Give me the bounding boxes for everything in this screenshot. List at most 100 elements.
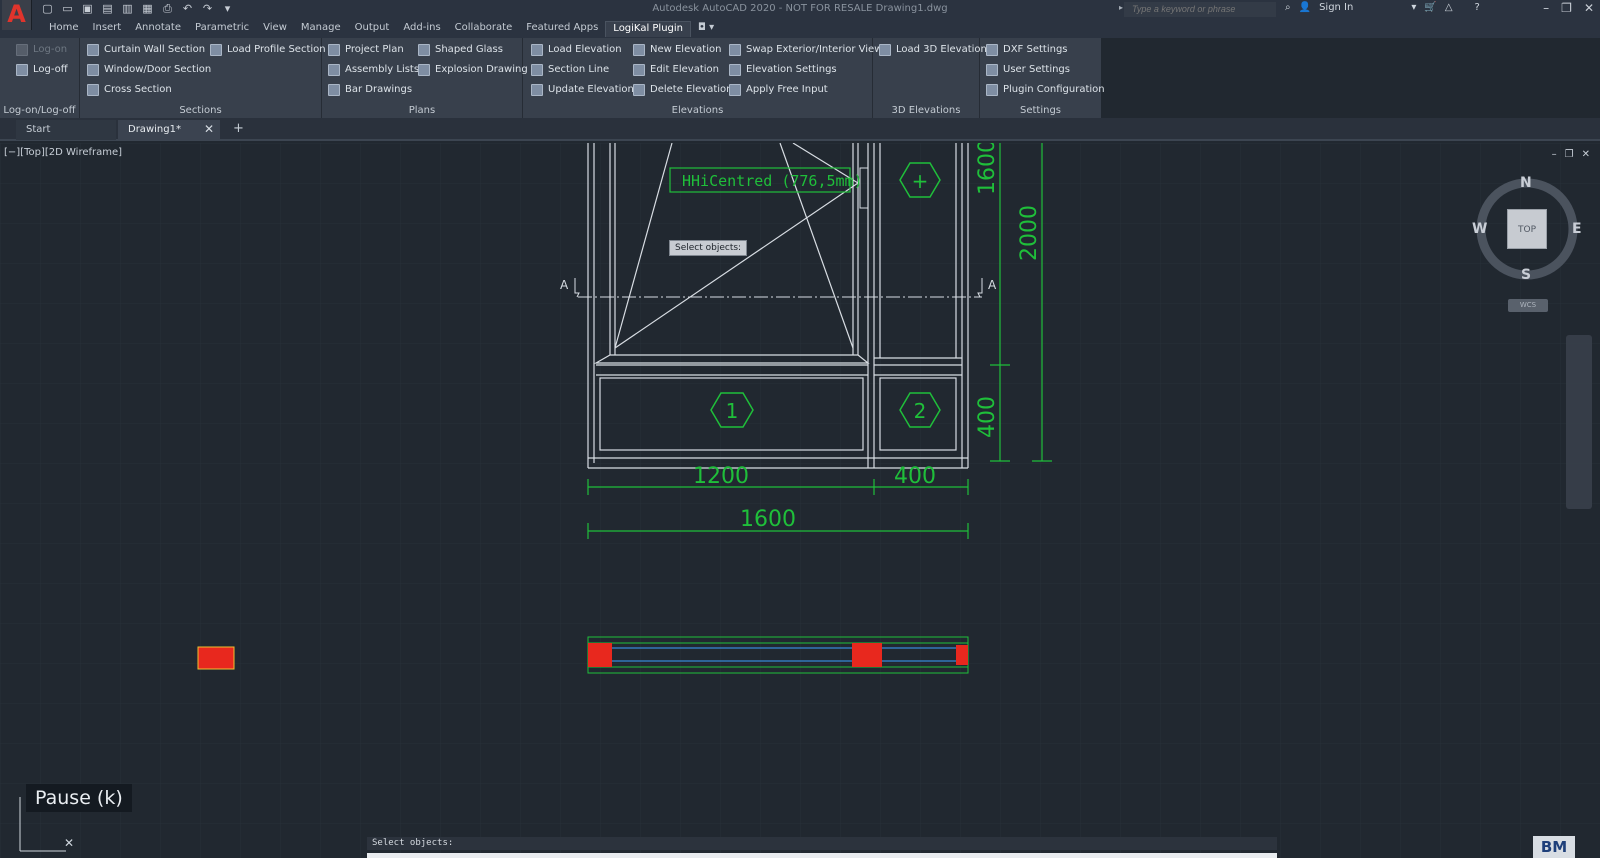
- viewcube-top-face[interactable]: TOP: [1507, 209, 1547, 249]
- tab-view[interactable]: View: [256, 21, 294, 37]
- customize-qat-icon[interactable]: ▾: [220, 2, 235, 16]
- quick-access-toolbar: ▢ ▭ ▣ ▤ ▥ ▦ ⎙ ↶ ↷ ▾: [40, 2, 235, 16]
- viewport-controls: – ❐ ✕: [1552, 149, 1590, 160]
- print-icon[interactable]: ⎙: [160, 2, 175, 16]
- bar-drawings-icon: [328, 84, 340, 96]
- tab-add-ins[interactable]: Add-ins: [396, 21, 447, 37]
- project-plan-button[interactable]: Project Plan: [328, 42, 404, 58]
- viewport-label[interactable]: [−][Top][2D Wireframe]: [4, 147, 122, 158]
- compass-south[interactable]: S: [1521, 267, 1531, 283]
- bar-drawings-button[interactable]: Bar Drawings: [328, 82, 412, 98]
- elevation-settings-button[interactable]: Elevation Settings: [729, 62, 837, 78]
- new-file-icon[interactable]: ▢: [40, 2, 55, 16]
- ribbon-panel: Log-on Log-off Log-on/Log-off Curtain Wa…: [0, 38, 1105, 118]
- plot-icon[interactable]: ▦: [140, 2, 155, 16]
- restore-icon[interactable]: ❐: [1561, 1, 1572, 15]
- section-line-button[interactable]: Section Line: [531, 62, 609, 78]
- binoculars-icon[interactable]: ⌕: [1285, 2, 1291, 13]
- window-controls: – ❐ ✕: [1543, 1, 1594, 15]
- tab-manage[interactable]: Manage: [294, 21, 348, 37]
- tab-collaborate[interactable]: Collaborate: [448, 21, 520, 37]
- tab-annotate[interactable]: Annotate: [128, 21, 188, 37]
- select-objects-tooltip: Select objects:: [669, 240, 748, 256]
- redo-icon[interactable]: ↷: [200, 2, 215, 16]
- swap-exterior-interior-view-button[interactable]: Swap Exterior/Interior View: [729, 42, 882, 58]
- save-as-icon[interactable]: ▤: [100, 2, 115, 16]
- panel-title-elevations: Elevations: [671, 105, 724, 116]
- user-settings-button[interactable]: User Settings: [986, 62, 1070, 78]
- apply-free-input-button[interactable]: Apply Free Input: [729, 82, 828, 98]
- edit-elevation-button[interactable]: Edit Elevation: [633, 62, 719, 78]
- ribbon-toggle-icon[interactable]: ◘ ▾: [691, 21, 721, 37]
- navigation-bar[interactable]: [1566, 335, 1592, 509]
- assembly-lists-button[interactable]: Assembly Lists: [328, 62, 419, 78]
- shaped-glass-button[interactable]: Shaped Glass: [418, 42, 503, 58]
- drawing-canvas[interactable]: HHiCentred (776,5mm) 1 2 + A A 1600 400 …: [0, 143, 1600, 858]
- cross-section-button[interactable]: Cross Section: [87, 82, 172, 98]
- panel-settings: DXF Settings User Settings Plugin Config…: [980, 38, 1105, 118]
- minimize-icon[interactable]: –: [1543, 1, 1549, 15]
- load-3d-elevation-button[interactable]: Load 3D Elevation: [879, 42, 987, 58]
- load-profile-section-button[interactable]: Load Profile Section: [210, 42, 326, 58]
- log-off-button[interactable]: Log-off: [16, 62, 68, 78]
- panel-title-settings: Settings: [1019, 105, 1061, 116]
- compass-east[interactable]: E: [1572, 221, 1582, 237]
- apply-free-input-icon: [729, 84, 741, 96]
- open-folder-icon[interactable]: ▭: [60, 2, 75, 16]
- cross-section-icon: [87, 84, 99, 96]
- new-tab-plus-icon[interactable]: +: [233, 121, 244, 136]
- autocad-logo-button[interactable]: A: [2, 0, 32, 30]
- file-tab-start[interactable]: Start: [16, 120, 116, 140]
- viewport-close-icon[interactable]: ✕: [1582, 149, 1590, 160]
- tab-parametric[interactable]: Parametric: [188, 21, 256, 37]
- wcs-menu[interactable]: WCS: [1508, 299, 1548, 312]
- viewport-restore-icon[interactable]: ❐: [1565, 149, 1574, 160]
- close-icon[interactable]: ✕: [1584, 1, 1594, 15]
- panel-elevations: Load Elevation Section Line Update Eleva…: [523, 38, 882, 118]
- new-elevation-button[interactable]: New Elevation: [633, 42, 721, 58]
- sign-in-button[interactable]: Sign In: [1319, 2, 1353, 13]
- load-elevation-button[interactable]: Load Elevation: [531, 42, 622, 58]
- search-expand-icon[interactable]: ▸: [1119, 3, 1123, 12]
- viewport-minimize-icon[interactable]: –: [1552, 149, 1557, 160]
- section-marker-left: A: [560, 278, 569, 292]
- help-icon[interactable]: ?: [1475, 2, 1480, 13]
- log-off-icon: [16, 64, 28, 76]
- log-on-button[interactable]: Log-on: [16, 42, 67, 58]
- close-tab-icon[interactable]: ✕: [204, 122, 214, 136]
- compass-north[interactable]: N: [1520, 175, 1532, 191]
- panel-title-plans: Plans: [408, 105, 436, 116]
- undo-icon[interactable]: ↶: [180, 2, 195, 16]
- delete-elevation-button[interactable]: Delete Elevation: [633, 82, 733, 98]
- tab-insert[interactable]: Insert: [86, 21, 129, 37]
- cart-icon[interactable]: 🛒: [1424, 2, 1436, 13]
- command-input[interactable]: [367, 853, 1277, 858]
- dropdown-arrow-icon[interactable]: ▾: [1411, 2, 1416, 13]
- tab-logikal-plugin[interactable]: LogiKal Plugin: [605, 21, 692, 37]
- autodesk-app-icon[interactable]: △: [1445, 2, 1453, 13]
- dxf-settings-icon: [986, 44, 998, 56]
- tab-featured-apps[interactable]: Featured Apps: [519, 21, 605, 37]
- tab-home[interactable]: Home: [42, 21, 86, 37]
- explosion-drawing-button[interactable]: Explosion Drawing: [418, 62, 528, 78]
- tab-output[interactable]: Output: [348, 21, 397, 37]
- update-elevations-button[interactable]: Update Elevations: [531, 82, 639, 98]
- save-icon[interactable]: ▣: [80, 2, 95, 16]
- compass-west[interactable]: W: [1472, 221, 1487, 237]
- load-3d-elevation-icon: [879, 44, 891, 56]
- dxf-settings-button[interactable]: DXF Settings: [986, 42, 1068, 58]
- window-door-section-button[interactable]: Window/Door Section: [87, 62, 211, 78]
- publish-icon[interactable]: ▥: [120, 2, 135, 16]
- drawing-viewport[interactable]: HHiCentred (776,5mm) 1 2 + A A 1600 400 …: [0, 143, 1600, 858]
- swap-view-icon: [729, 44, 741, 56]
- section-line-icon: [531, 64, 543, 76]
- curtain-wall-section-button[interactable]: Curtain Wall Section: [87, 42, 205, 58]
- pause-overlay: Pause (k): [26, 784, 132, 812]
- plugin-configuration-button[interactable]: Plugin Configuration: [986, 82, 1105, 98]
- search-input[interactable]: [1124, 2, 1276, 17]
- viewcube[interactable]: N S E W TOP: [1465, 175, 1583, 293]
- update-elevations-icon: [531, 84, 543, 96]
- command-line[interactable]: Select objects:: [367, 837, 1277, 850]
- gear-icon: [986, 84, 998, 96]
- panel-logon: Log-on Log-off Log-on/Log-off: [0, 38, 80, 118]
